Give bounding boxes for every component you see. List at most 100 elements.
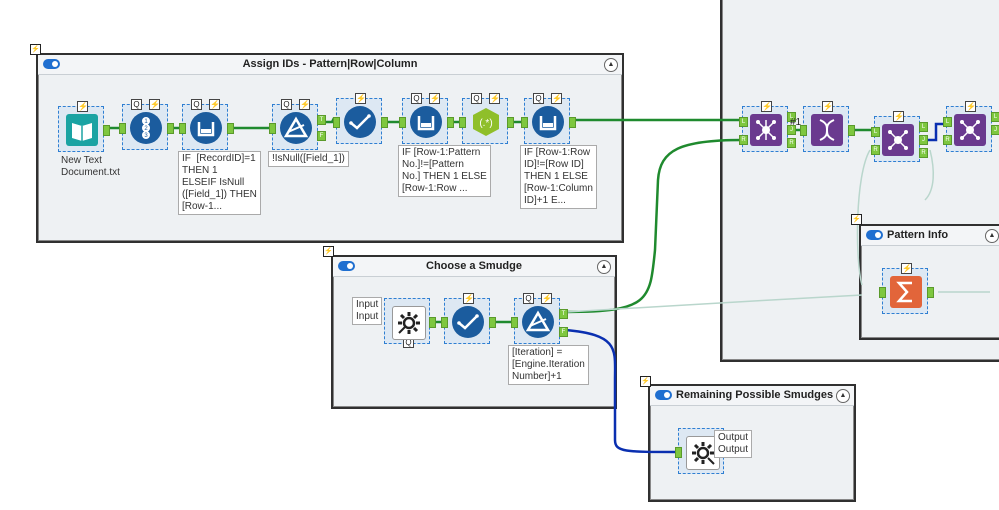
output-anchor[interactable] bbox=[103, 125, 110, 136]
output-anchor[interactable] bbox=[381, 117, 388, 128]
output-anchor[interactable] bbox=[227, 123, 234, 134]
annotation-filter-2: [Iteration] = [Engine.Iteration Number]+… bbox=[508, 345, 589, 385]
collapse-icon[interactable]: ▲ bbox=[836, 389, 850, 403]
checkmark-icon bbox=[344, 106, 376, 138]
container-toggle[interactable] bbox=[655, 390, 672, 400]
join-network-icon bbox=[954, 114, 986, 146]
multi-row-formula-tool[interactable]: Q ⚡ bbox=[179, 99, 234, 150]
j-output-anchor[interactable]: J bbox=[919, 135, 928, 145]
join-network-icon bbox=[882, 124, 914, 156]
container-pattern-info[interactable]: Pattern Info ▲ bbox=[859, 224, 999, 340]
lightning-badge-icon: ⚡ bbox=[429, 93, 440, 104]
r-output-anchor[interactable]: R bbox=[787, 138, 796, 148]
l-output-anchor[interactable]: L bbox=[991, 112, 999, 122]
macro-input-tool[interactable]: Q bbox=[384, 298, 436, 348]
output-anchor[interactable] bbox=[848, 125, 855, 136]
input-anchor[interactable] bbox=[675, 447, 682, 458]
right-input-anchor[interactable]: R bbox=[943, 135, 952, 145]
input-anchor[interactable] bbox=[269, 123, 276, 134]
container-title: Remaining Possible Smudges bbox=[676, 389, 834, 401]
join-tool[interactable]: ⚡ L R L J R bbox=[739, 101, 796, 152]
left-input-anchor[interactable]: L bbox=[943, 117, 952, 127]
q-badge: Q bbox=[131, 99, 142, 110]
q-badge: Q bbox=[523, 293, 534, 304]
transpose-tool[interactable]: ⚡ bbox=[800, 101, 855, 152]
lightning-badge-icon: ⚡ bbox=[299, 99, 310, 110]
container-header: Remaining Possible Smudges ▲ bbox=[650, 386, 854, 406]
regex-tool[interactable]: Q ⚡ (.*) bbox=[459, 93, 514, 144]
filter-tool[interactable]: Q ⚡ T F bbox=[269, 99, 326, 150]
annotation-text-input: New Text Document.txt bbox=[61, 155, 120, 178]
q-badge: Q bbox=[191, 99, 202, 110]
annotation-macro-output: Output Output bbox=[714, 430, 753, 458]
lightning-badge-icon: ⚡ bbox=[541, 293, 552, 304]
summarize-tool[interactable]: ⚡ bbox=[879, 263, 934, 314]
output-anchor[interactable] bbox=[507, 117, 514, 128]
lightning-badge-icon: ⚡ bbox=[209, 99, 220, 110]
lightning-flag-icon: ⚡ bbox=[323, 246, 334, 257]
lightning-badge-icon: ⚡ bbox=[901, 263, 912, 274]
collapse-icon[interactable]: ▲ bbox=[597, 260, 611, 274]
join-tool[interactable]: ⚡ L R L J bbox=[943, 101, 999, 152]
container-title: Pattern Info bbox=[887, 229, 949, 241]
record-id-icon: 123 bbox=[130, 112, 162, 144]
false-anchor[interactable]: F bbox=[559, 327, 568, 337]
select-tool[interactable]: ⚡ bbox=[441, 293, 496, 344]
l-output-anchor[interactable]: L bbox=[919, 122, 928, 132]
q-badge: Q bbox=[281, 99, 292, 110]
true-anchor[interactable]: T bbox=[559, 309, 568, 319]
left-input-anchor[interactable]: L bbox=[739, 117, 748, 127]
output-anchor[interactable] bbox=[429, 317, 436, 328]
lightning-badge-icon: ⚡ bbox=[355, 93, 366, 104]
container-header: Assign IDs - Pattern|Row|Column ▲ bbox=[38, 55, 622, 75]
text-input-tool[interactable]: ⚡ bbox=[58, 101, 110, 152]
join-tool[interactable]: ⚡ L R L J R bbox=[871, 111, 928, 162]
input-anchor[interactable] bbox=[119, 123, 126, 134]
container-title: Assign IDs - Pattern|Row|Column bbox=[242, 58, 418, 70]
input-anchor[interactable] bbox=[179, 123, 186, 134]
select-tool[interactable]: ⚡ bbox=[333, 93, 388, 144]
collapse-icon[interactable]: ▲ bbox=[604, 58, 618, 72]
output-anchor[interactable] bbox=[489, 317, 496, 328]
macro-input-icon bbox=[392, 306, 426, 340]
left-input-anchor[interactable]: L bbox=[871, 127, 880, 137]
lightning-flag-icon: ⚡ bbox=[640, 376, 651, 387]
record-id-tool[interactable]: Q ⚡ 123 bbox=[119, 99, 174, 150]
join-network-icon bbox=[750, 114, 782, 146]
lightning-badge-icon: ⚡ bbox=[149, 99, 160, 110]
lightning-badge-icon: ⚡ bbox=[489, 93, 500, 104]
multi-row-formula-tool[interactable]: Q ⚡ bbox=[399, 93, 454, 144]
output-anchor[interactable] bbox=[569, 117, 576, 128]
input-anchor[interactable] bbox=[459, 117, 466, 128]
beaker-icon bbox=[532, 106, 564, 138]
lightning-badge-icon: ⚡ bbox=[965, 101, 976, 112]
input-anchor[interactable] bbox=[511, 317, 518, 328]
r-output-anchor[interactable]: R bbox=[919, 148, 928, 158]
output-anchor[interactable] bbox=[167, 123, 174, 134]
output-anchor[interactable] bbox=[447, 117, 454, 128]
lightning-badge-icon: ⚡ bbox=[761, 101, 772, 112]
input-anchor[interactable] bbox=[521, 117, 528, 128]
q-badge: Q bbox=[533, 93, 544, 104]
filter-tool[interactable]: Q ⚡ T F bbox=[511, 293, 568, 344]
lightning-badge-icon: ⚡ bbox=[463, 293, 474, 304]
true-anchor[interactable]: T bbox=[317, 115, 326, 125]
input-anchor[interactable] bbox=[441, 317, 448, 328]
right-input-anchor[interactable]: R bbox=[871, 145, 880, 155]
annotation-formula-3: IF [Row-1:Row ID]!=[Row ID] THEN 1 ELSE … bbox=[520, 145, 597, 209]
j-output-anchor[interactable]: J bbox=[991, 125, 999, 135]
svg-text:(.*): (.*) bbox=[479, 118, 492, 129]
output-anchor[interactable] bbox=[927, 287, 934, 298]
input-anchor[interactable] bbox=[800, 125, 807, 136]
container-title: Choose a Smudge bbox=[426, 260, 522, 272]
multi-row-formula-tool[interactable]: Q ⚡ bbox=[521, 93, 576, 144]
book-icon bbox=[66, 114, 98, 146]
right-input-anchor[interactable]: R bbox=[739, 135, 748, 145]
input-anchor[interactable] bbox=[399, 117, 406, 128]
beaker-icon bbox=[190, 112, 222, 144]
input-anchor[interactable] bbox=[333, 117, 340, 128]
false-anchor[interactable]: F bbox=[317, 131, 326, 141]
input-anchor[interactable] bbox=[879, 287, 886, 298]
container-toggle[interactable] bbox=[866, 230, 883, 240]
collapse-icon[interactable]: ▲ bbox=[985, 229, 999, 243]
